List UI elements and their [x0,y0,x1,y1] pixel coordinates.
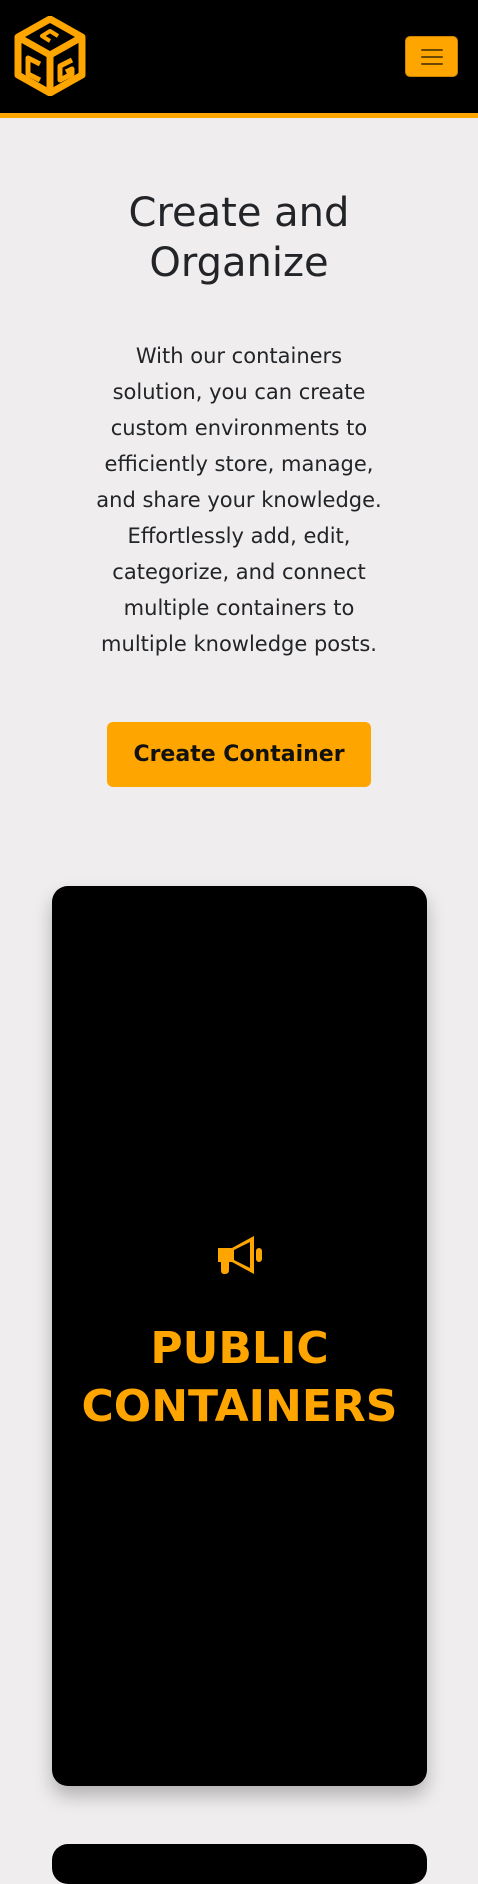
hero-description: With our containers solution, you can cr… [78,338,400,662]
public-containers-card[interactable]: PUBLIC CONTAINERS [52,886,427,1786]
hamburger-menu-icon [420,48,443,51]
hero-description-line: multiple containers to [123,596,355,620]
hero-description-line: solution, you can create [112,380,366,404]
menu-toggle-button[interactable] [405,36,458,77]
card-title-line: CONTAINERS [81,1381,398,1432]
navbar [0,0,478,113]
hero-title: Create and Organize [0,188,478,288]
hero-description-line: and share your knowledge. [96,488,382,512]
hero-title-line: Organize [149,240,329,286]
cube-logo-icon[interactable] [14,16,86,96]
hero-description-line: With our containers [135,344,343,368]
navbar-accent-stripe [0,113,478,118]
hero-description-line: multiple knowledge posts. [101,632,377,656]
hero-description-line: custom environments to [110,416,368,440]
hero-description-line: efficiently store, manage, [104,452,374,476]
hero-title-line: Create and [128,190,350,236]
next-card[interactable] [52,1844,427,1884]
hamburger-menu-icon [420,62,443,65]
card-title-line: PUBLIC [150,1323,329,1374]
hero-description-line: Effortlessly add, edit, [127,524,351,548]
create-container-button[interactable]: Create Container [107,722,371,787]
hero-description-line: categorize, and connect [112,560,366,584]
hamburger-menu-icon [420,55,443,58]
megaphone-icon [218,1236,262,1274]
card-title: PUBLIC CONTAINERS [52,1320,427,1436]
